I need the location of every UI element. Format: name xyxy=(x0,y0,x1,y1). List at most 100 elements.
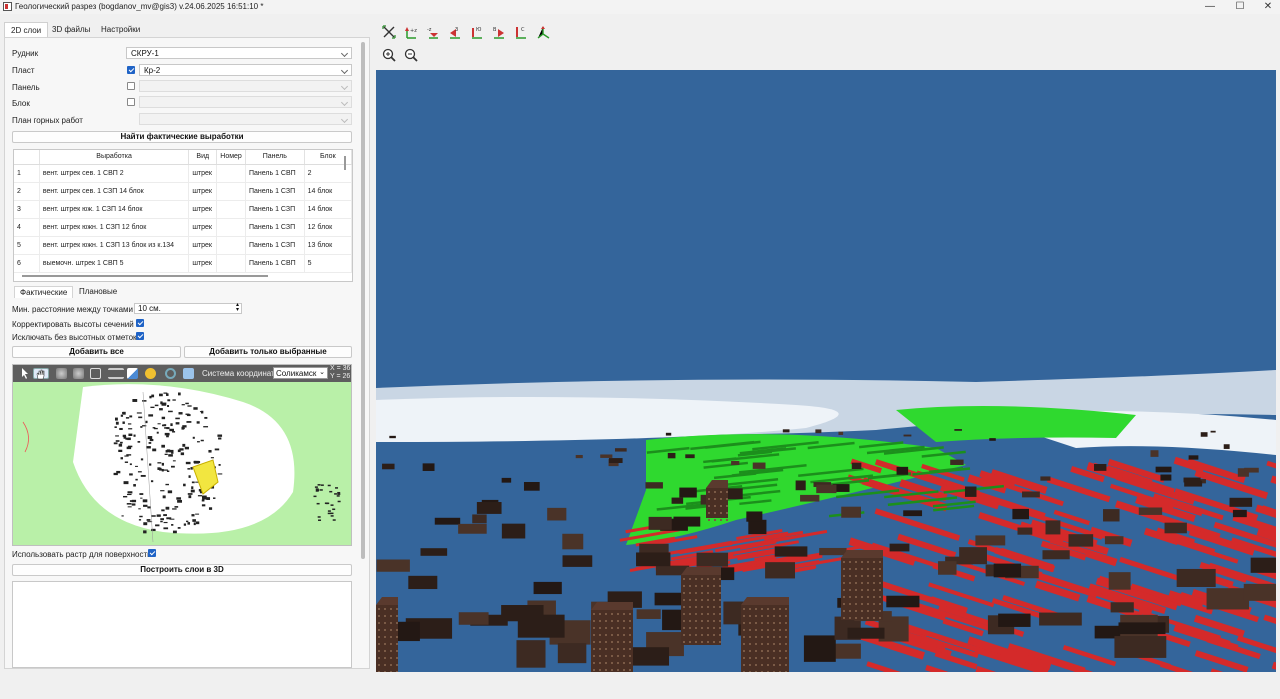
maximize-button[interactable]: ☐ xyxy=(1226,0,1254,14)
table-row[interactable]: 1 вент. штрек сев. 1 СВП 2 штрек Панель 1 С… xyxy=(14,164,352,183)
coord-system-select[interactable]: Соликамск ⌄ xyxy=(273,367,328,379)
view-east-icon[interactable]: В xyxy=(492,25,506,39)
building-window xyxy=(879,589,881,591)
building xyxy=(408,575,438,590)
close-button[interactable]: ✕ xyxy=(1254,0,1280,14)
layer-select[interactable]: Кр-2 xyxy=(139,64,352,76)
building xyxy=(376,559,410,572)
use-raster-checkbox[interactable] xyxy=(148,549,156,557)
block-select[interactable] xyxy=(139,96,352,108)
exclude-no-height-checkbox[interactable] xyxy=(136,332,144,340)
log-output-area[interactable] xyxy=(12,581,352,668)
building-window xyxy=(629,627,631,629)
tab-2d-layers[interactable]: 2D слои xyxy=(4,22,49,37)
spin-arrows-icon[interactable]: ▴ ▾ xyxy=(236,302,239,313)
building xyxy=(608,458,623,464)
building-window xyxy=(843,603,845,605)
table-cell: Панель 1 СЗП xyxy=(245,218,305,237)
map-building xyxy=(132,399,138,402)
panel-select[interactable] xyxy=(139,80,352,92)
pan-hand-icon[interactable] xyxy=(33,368,49,380)
refresh-icon[interactable] xyxy=(165,368,176,379)
view-west-icon[interactable]: З xyxy=(448,25,462,39)
tab-3d-files[interactable]: 3D файлы xyxy=(46,22,96,37)
table-cell: Панель 1 СВП xyxy=(245,164,305,183)
building xyxy=(903,434,912,437)
column-header[interactable] xyxy=(14,150,40,165)
building-window xyxy=(605,641,607,643)
column-header[interactable]: Вид xyxy=(188,150,218,165)
view-south-icon[interactable]: Ю xyxy=(470,25,484,39)
pointer-icon[interactable] xyxy=(17,368,28,379)
building-window xyxy=(378,643,380,645)
table-row[interactable]: 3 вент. штрек юж. 1 СЗП 14 блок штрек Панел… xyxy=(14,200,352,219)
layer-checkbox[interactable] xyxy=(127,66,135,74)
build-3d-button[interactable]: Построить слои в 3D xyxy=(12,564,352,576)
building-window xyxy=(593,627,595,629)
building-window xyxy=(719,634,721,636)
map-building xyxy=(203,426,209,428)
zoom-out-icon[interactable] xyxy=(404,48,418,62)
table-row[interactable]: 6 выемочн. штрек 1 СВП 5 штрек Панель 1 СВП… xyxy=(14,254,352,273)
min-distance-spinbox[interactable]: 10 см. ▴ ▾ xyxy=(134,302,242,314)
table-row[interactable]: 2 вент. штрек сев. 1 СЗП 14 блок штрек Пане… xyxy=(14,182,352,201)
view-north-icon[interactable]: С xyxy=(514,25,528,39)
table-row[interactable]: 4 вент. штрек южн. 1 СЗП 12 блок штрек Пане… xyxy=(14,218,352,237)
identify-icon[interactable] xyxy=(145,368,156,379)
tab-settings[interactable]: Настройки xyxy=(95,22,146,37)
table-horizontal-scrollbar[interactable] xyxy=(22,275,268,277)
add-selected-button[interactable]: Добавить только выбранные xyxy=(184,346,352,358)
column-header[interactable]: Панель xyxy=(245,150,305,165)
table-row[interactable]: 5 вент. штрек южн. 1 СЗП 13 блок из к.134… xyxy=(14,236,352,255)
building-window xyxy=(629,641,631,643)
find-workings-button[interactable]: Найти фактические выработки xyxy=(12,131,352,143)
select-feature-icon[interactable] xyxy=(127,368,138,379)
scene-canvas[interactable] xyxy=(376,70,1276,672)
building-window xyxy=(867,610,869,612)
add-all-button[interactable]: Добавить все xyxy=(12,346,181,358)
building xyxy=(1155,466,1172,473)
chevron-down-icon: ⌄ xyxy=(319,369,325,376)
map-building xyxy=(129,473,133,476)
mine-select[interactable]: СКРУ-1 xyxy=(126,47,352,59)
map-building xyxy=(172,530,177,534)
ruler-icon[interactable] xyxy=(108,368,124,379)
column-header[interactable]: Номер xyxy=(216,150,246,165)
column-header[interactable]: Выработка xyxy=(39,150,190,165)
zoom-out-icon[interactable] xyxy=(73,368,84,379)
zoom-in-icon[interactable] xyxy=(382,48,396,62)
building-window xyxy=(396,622,398,624)
building xyxy=(903,510,923,517)
building-window xyxy=(629,669,631,671)
plan-select[interactable] xyxy=(139,113,352,125)
view3d-scene[interactable] xyxy=(376,70,1276,672)
building xyxy=(803,635,836,662)
zoom-extent-icon[interactable] xyxy=(90,368,101,379)
axes-reset-icon[interactable] xyxy=(382,25,396,39)
workings-table[interactable]: Выработка Вид Номер Панель Блок 1 вент. штрек… xyxy=(13,149,353,282)
view-minus-z-icon[interactable]: -z xyxy=(426,25,440,39)
building xyxy=(575,454,583,459)
minimize-button[interactable]: — xyxy=(1196,0,1224,14)
building-window xyxy=(785,615,787,617)
workings-grid: Выработка Вид Номер Панель Блок 1 вент. штрек… xyxy=(14,150,352,273)
map-building xyxy=(166,435,169,438)
zoom-in-icon[interactable] xyxy=(56,368,67,379)
tab-actual[interactable]: Фактические xyxy=(14,286,74,298)
tab-planned[interactable]: Плановые xyxy=(79,287,117,296)
map-view[interactable]: Система координат Соликамск ⌄ X = 36 Y = 2… xyxy=(12,364,352,546)
map-building xyxy=(127,491,133,494)
building-window xyxy=(708,519,710,521)
table-vertical-scrollbar[interactable] xyxy=(344,156,346,170)
building-window xyxy=(743,608,745,610)
correct-heights-checkbox[interactable] xyxy=(136,319,144,327)
building-window xyxy=(617,620,619,622)
view-plus-z-icon[interactable]: +z xyxy=(404,25,418,39)
view-isometric-icon[interactable] xyxy=(536,25,550,39)
panel-checkbox[interactable] xyxy=(127,82,135,90)
block-checkbox[interactable] xyxy=(127,98,135,106)
left-panel-scrollbar[interactable] xyxy=(361,42,365,559)
layers-icon[interactable] xyxy=(183,368,194,379)
map-canvas[interactable] xyxy=(13,382,352,546)
table-cell: 13 блок xyxy=(304,236,352,255)
